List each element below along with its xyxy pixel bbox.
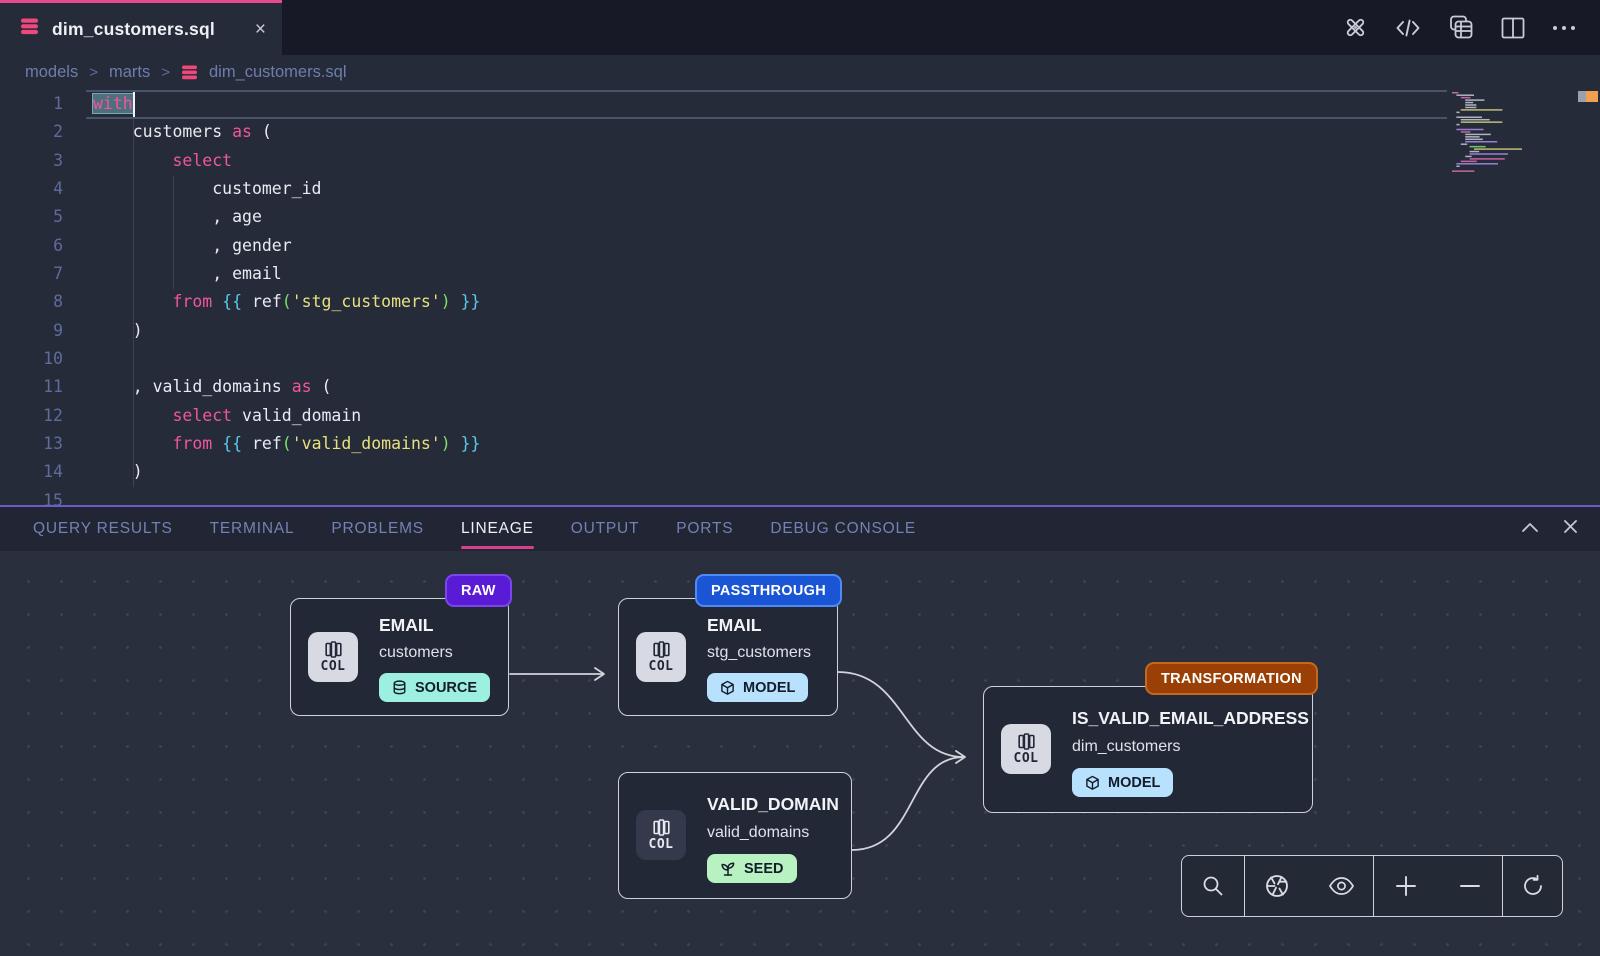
col-label: COL <box>649 659 674 674</box>
panel-tab-output[interactable]: OUTPUT <box>571 507 640 551</box>
column-name: EMAIL <box>707 615 761 636</box>
editor-actions <box>1343 0 1600 55</box>
table-name: dim_customers <box>1072 738 1180 756</box>
dbt-icon[interactable] <box>1343 15 1368 40</box>
breadcrumb-separator: > <box>89 64 98 81</box>
chevron-up-icon[interactable] <box>1521 520 1539 538</box>
lineage-node-dim-customers[interactable]: COL IS_VALID_EMAIL_ADDRESS dim_customers… <box>983 686 1313 813</box>
column-name: IS_VALID_EMAIL_ADDRESS <box>1072 708 1309 729</box>
column-type-icon: COL <box>636 810 686 860</box>
table-name: customers <box>379 644 453 662</box>
cube-icon-label: MODEL <box>743 680 795 696</box>
breadcrumb-marts[interactable]: marts <box>109 63 150 82</box>
app-window: dim_customers.sql × <box>0 0 1600 956</box>
lineage-node-customers[interactable]: COL EMAIL customers SOURCE <box>290 598 509 716</box>
breadcrumb-file[interactable]: dim_customers.sql <box>209 63 347 82</box>
column-type-icon: COL <box>1001 724 1051 774</box>
lineage-canvas[interactable]: COL EMAIL customers SOURCE RAW COL <box>0 551 1600 956</box>
editor-tab-dim-customers[interactable]: dim_customers.sql × <box>0 0 282 55</box>
panel-tab-lineage[interactable]: LINEAGE <box>461 507 534 551</box>
lineage-toolbar <box>1181 855 1563 917</box>
overview-ruler-mark <box>1578 91 1586 102</box>
split-editor-icon[interactable] <box>1501 17 1525 39</box>
overview-ruler-marker-orange <box>1586 91 1598 102</box>
table-name: valid_domains <box>707 824 809 842</box>
database-icon-label: SOURCE <box>415 680 477 696</box>
cube-icon-label: MODEL <box>1108 775 1160 791</box>
column-type-icon: COL <box>308 632 358 682</box>
breadcrumb: models > marts > dim_customers.sql <box>0 55 1600 90</box>
lineage-node-valid-domains[interactable]: COL VALID_DOMAIN valid_domains SEED <box>618 772 852 899</box>
node-type-badge-source[interactable]: SOURCE <box>379 673 490 702</box>
node-type-badge-model[interactable]: MODEL <box>1072 768 1173 797</box>
preview-table-icon[interactable] <box>1448 15 1474 40</box>
col-label: COL <box>1014 751 1039 766</box>
lineage-tag-passthrough: PASSTHROUGH <box>695 574 842 607</box>
panel-tab-debug-console[interactable]: DEBUG CONSOLE <box>770 507 916 551</box>
aperture-icon[interactable] <box>1255 864 1299 908</box>
panel-tab-ports[interactable]: PORTS <box>676 507 733 551</box>
breadcrumb-separator: > <box>161 64 170 81</box>
code-icon[interactable] <box>1395 17 1421 39</box>
database-file-icon <box>181 65 198 80</box>
zoom-out-icon[interactable] <box>1448 864 1492 908</box>
code-editor[interactable]: 123456789101112131415 with customers as … <box>0 90 1600 505</box>
lineage-tag-transformation: TRANSFORMATION <box>1145 662 1318 695</box>
database-file-icon <box>20 18 39 40</box>
panel-tab-terminal[interactable]: TERMINAL <box>210 507 295 551</box>
search-icon[interactable] <box>1191 864 1235 908</box>
table-name: stg_customers <box>707 644 811 662</box>
node-type-badge-seed[interactable]: SEED <box>707 854 797 883</box>
code-lines: with customers as ( select customer_id ,… <box>93 90 481 505</box>
node-type-badge-model[interactable]: MODEL <box>707 673 808 702</box>
col-label: COL <box>321 659 346 674</box>
tab-title: dim_customers.sql <box>52 19 215 40</box>
lineage-node-stg-customers[interactable]: COL EMAIL stg_customers MODEL <box>618 598 838 716</box>
more-actions-icon[interactable] <box>1552 25 1576 31</box>
column-type-icon: COL <box>636 632 686 682</box>
bottom-panel: QUERY RESULTS TERMINAL PROBLEMS LINEAGE … <box>0 505 1600 956</box>
tab-close-icon[interactable]: × <box>255 20 266 39</box>
close-icon[interactable] <box>1563 519 1578 539</box>
panel-tab-problems[interactable]: PROBLEMS <box>331 507 424 551</box>
line-numbers: 123456789101112131415 <box>0 90 63 505</box>
panel-tab-bar: QUERY RESULTS TERMINAL PROBLEMS LINEAGE … <box>0 507 1600 551</box>
panel-tab-query-results[interactable]: QUERY RESULTS <box>33 507 173 551</box>
minimap[interactable] <box>1448 90 1548 180</box>
column-name: EMAIL <box>379 615 433 636</box>
refresh-icon[interactable] <box>1511 864 1555 908</box>
tab-strip: dim_customers.sql × <box>0 0 1600 55</box>
eye-icon[interactable] <box>1319 864 1363 908</box>
zoom-in-icon[interactable] <box>1384 864 1428 908</box>
seedling-icon-label: SEED <box>744 861 784 877</box>
col-label: COL <box>649 837 674 852</box>
column-name: VALID_DOMAIN <box>707 794 839 815</box>
text-cursor <box>133 92 135 117</box>
breadcrumb-models[interactable]: models <box>25 63 78 82</box>
lineage-tag-raw: RAW <box>445 574 512 607</box>
